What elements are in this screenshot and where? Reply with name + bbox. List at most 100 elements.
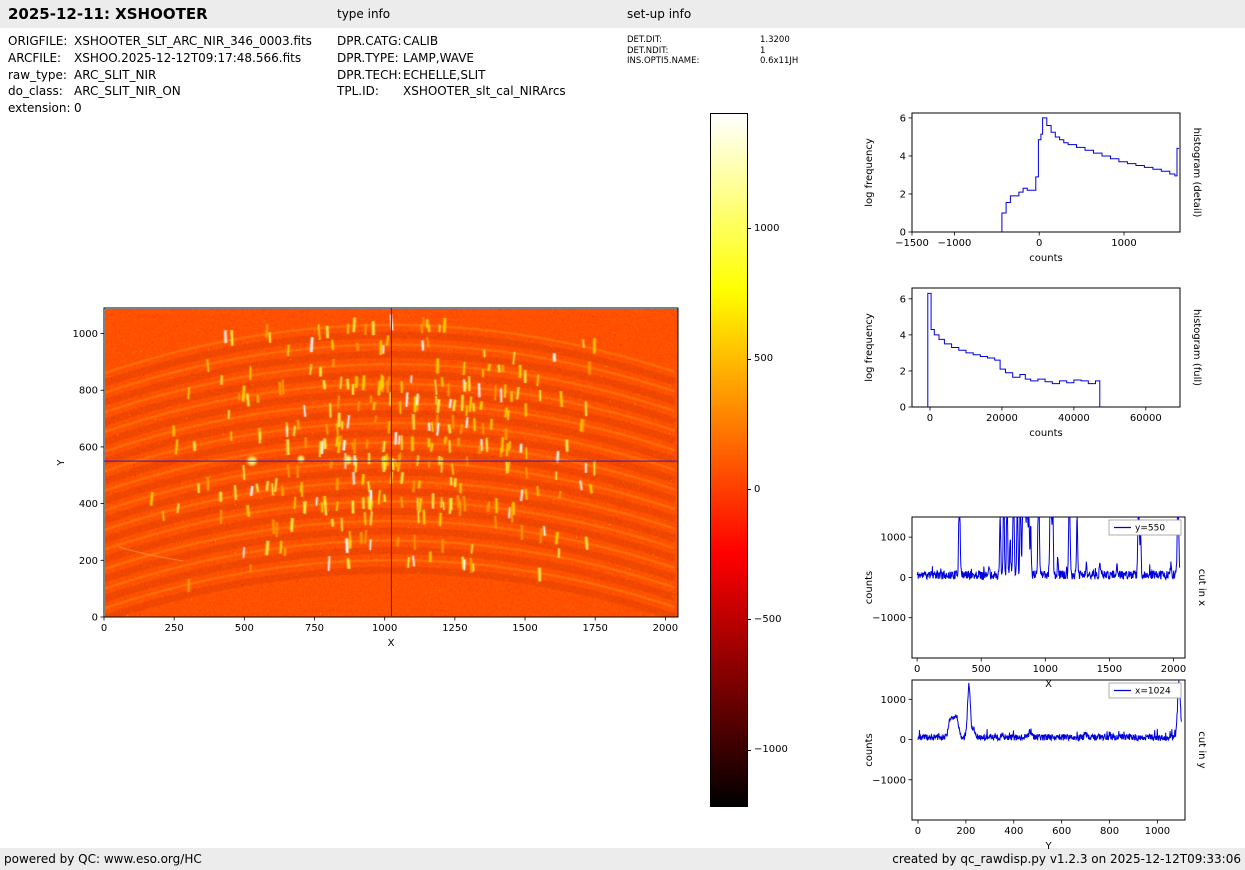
- meta-label: ARCFILE:: [8, 50, 62, 65]
- meta-value: CALIB: [403, 34, 439, 48]
- legend: y=550: [1108, 519, 1182, 536]
- x-tick-label: −1500: [895, 238, 929, 249]
- x-tick-label: 1250: [442, 623, 467, 634]
- axes-frame: [911, 112, 1181, 233]
- colorbar-tick-label: −1000: [754, 744, 788, 756]
- meta-row: DPR.CATG:CALIB: [337, 33, 566, 50]
- x-tick-label: 20000: [986, 413, 1018, 424]
- meta-label: ORIGFILE:: [8, 34, 68, 48]
- meta-label: raw_type:: [8, 67, 67, 82]
- meta-row: DET.DIT: 1.3200: [627, 35, 798, 46]
- meta-label: DPR.TECH:: [337, 67, 402, 82]
- type-info-block: DPR.CATG:CALIB DPR.TYPE: LAMP,WAVE DPR.TECH…: [337, 33, 566, 100]
- meta-label: extension:: [8, 101, 71, 116]
- histogram-full-panel: 0 20000 40000 60000 0 2 4 6 counts log frequency h…: [864, 287, 1202, 439]
- y-tick-label: 400: [79, 499, 98, 510]
- colorbar-tick: [747, 228, 751, 230]
- y-tick-label: 1000: [73, 329, 98, 340]
- colorbar-tick-label: −500: [754, 613, 782, 625]
- footer-credit-left: powered by QC: www.eso.org/HC: [4, 852, 202, 866]
- x-axis-label: X: [388, 638, 395, 649]
- meta-value: ECHELLE,SLIT: [403, 67, 486, 82]
- data-line: [1001, 117, 1179, 232]
- x-tick-label: 1000: [372, 623, 397, 634]
- footer-bar: powered by QC: www.eso.org/HC created by…: [0, 848, 1245, 870]
- axes-frame: [911, 679, 1186, 821]
- y-tick-label: 200: [79, 556, 98, 567]
- y-tick-label: 4: [900, 151, 906, 162]
- legend: x=1024: [1108, 682, 1182, 699]
- x-tick-label: 0: [1036, 238, 1042, 249]
- meta-label: DET.NDIT:: [627, 45, 669, 56]
- colorbar-tick-label: 500: [754, 353, 774, 365]
- meta-row: ORIGFILE: XSHOOTER_SLT_ARC_NIR_346_0003.f…: [8, 33, 312, 50]
- x-tick-label: 250: [165, 623, 184, 634]
- legend-label: x=1024: [1135, 687, 1171, 697]
- y-tick-label: 600: [79, 442, 98, 453]
- file-info-block: ORIGFILE: XSHOOTER_SLT_ARC_NIR_346_0003.f…: [8, 33, 312, 117]
- main-plot-panel: 0 250 500 750 1000 1250 1500 1750 2000 0 200 400 600…: [56, 307, 679, 649]
- x-tick-label: 40000: [1058, 413, 1090, 424]
- colorbar-tick-label: 0: [754, 483, 761, 495]
- colorbar-tick: [747, 619, 751, 621]
- x-tick-label: 2000: [653, 623, 678, 634]
- meta-label: DPR.CATG:: [337, 34, 402, 48]
- y-tick-label: 4: [900, 330, 906, 341]
- x-tick-label: 500: [235, 623, 254, 634]
- y-tick-label: 2: [900, 366, 906, 377]
- y-tick-label: 2: [900, 189, 906, 200]
- y-tick-label: 0: [900, 403, 906, 414]
- meta-row: ARCFILE: XSHOO.2025-12-12T09:17:48.566.fi…: [8, 50, 312, 67]
- meta-value: ARC_SLIT_NIR_ON: [74, 84, 181, 99]
- meta-label: do_class:: [8, 84, 63, 99]
- meta-value: XSHOOTER_slt_cal_NIRArcs: [403, 84, 566, 99]
- meta-row: TPL.ID: XSHOOTER_slt_cal_NIRArcs: [337, 83, 566, 100]
- y-tick-label: 6: [900, 294, 906, 305]
- axes-frame: [911, 516, 1186, 659]
- meta-value: XSHOO.2025-12-12T09:17:48.566.fits: [74, 50, 302, 65]
- y-tick-label: 800: [79, 386, 98, 397]
- y-axis-label: counts: [864, 733, 875, 766]
- x-tick-label: 600: [1052, 826, 1071, 837]
- y-axis-label: log frequency: [864, 313, 875, 382]
- setup-info-block: DET.DIT: 1.3200 DET.NDIT: 1 INS.OPTI5.NAME: 0…: [627, 35, 798, 67]
- meta-label: DET.DIT:: [627, 35, 662, 45]
- x-tick-label: 200: [956, 826, 975, 837]
- meta-value: XSHOOTER_SLT_ARC_NIR_346_0003.fits: [74, 34, 312, 48]
- meta-row: do_class: ARC_SLIT_NIR_ON: [8, 83, 312, 100]
- meta-row: DET.NDIT: 1: [627, 46, 798, 57]
- y-tick-label: 0: [92, 613, 98, 624]
- meta-row: raw_type: ARC_SLIT_NIR: [8, 67, 312, 84]
- meta-value: LAMP,WAVE: [403, 50, 475, 65]
- x-tick-label: 60000: [1130, 413, 1162, 424]
- meta-value: 0.6x11JH: [760, 56, 799, 67]
- right-side-label: cut in x: [1196, 569, 1207, 606]
- x-axis-label: counts: [1029, 428, 1062, 439]
- legend-label: y=550: [1135, 524, 1165, 534]
- x-tick-label: 0: [915, 826, 921, 837]
- colorbar-tick: [747, 358, 751, 360]
- colorbar-tick: [747, 489, 751, 491]
- meta-row: INS.OPTI5.NAME: 0.6x11JH: [627, 56, 798, 67]
- type-info-heading: type info: [337, 7, 391, 21]
- meta-value: 1: [760, 45, 766, 56]
- meta-value: ARC_SLIT_NIR: [74, 67, 157, 82]
- y-tick-label: 6: [900, 113, 906, 124]
- x-tick-label: 1000: [1145, 826, 1170, 837]
- y-tick-label: 0: [900, 573, 906, 584]
- right-side-label: histogram (detail): [1191, 128, 1202, 218]
- meta-row: DPR.TYPE: LAMP,WAVE: [337, 50, 566, 67]
- page-title: 2025-12-11: XSHOOTER: [8, 5, 208, 23]
- footer-credit-right: created by qc_rawdisp.py v1.2.3 on 2025-…: [892, 852, 1241, 866]
- right-side-label: cut in y: [1196, 731, 1207, 768]
- y-tick-label: 0: [900, 228, 906, 239]
- cut-in-y-panel: 0 200 400 600 800 1000 −1000 0 1000 Ycounts cut in…: [864, 679, 1207, 852]
- y-tick-label: 0: [900, 735, 906, 746]
- y-tick-label: 1000: [881, 533, 906, 544]
- y-tick-label: −1000: [872, 775, 906, 786]
- setup-info-heading: set-up info: [627, 7, 692, 21]
- x-axis-label: Y: [1044, 841, 1052, 852]
- meta-label: TPL.ID:: [337, 84, 379, 99]
- x-tick-label: 400: [1004, 826, 1023, 837]
- right-side-label: histogram (full): [1191, 309, 1202, 386]
